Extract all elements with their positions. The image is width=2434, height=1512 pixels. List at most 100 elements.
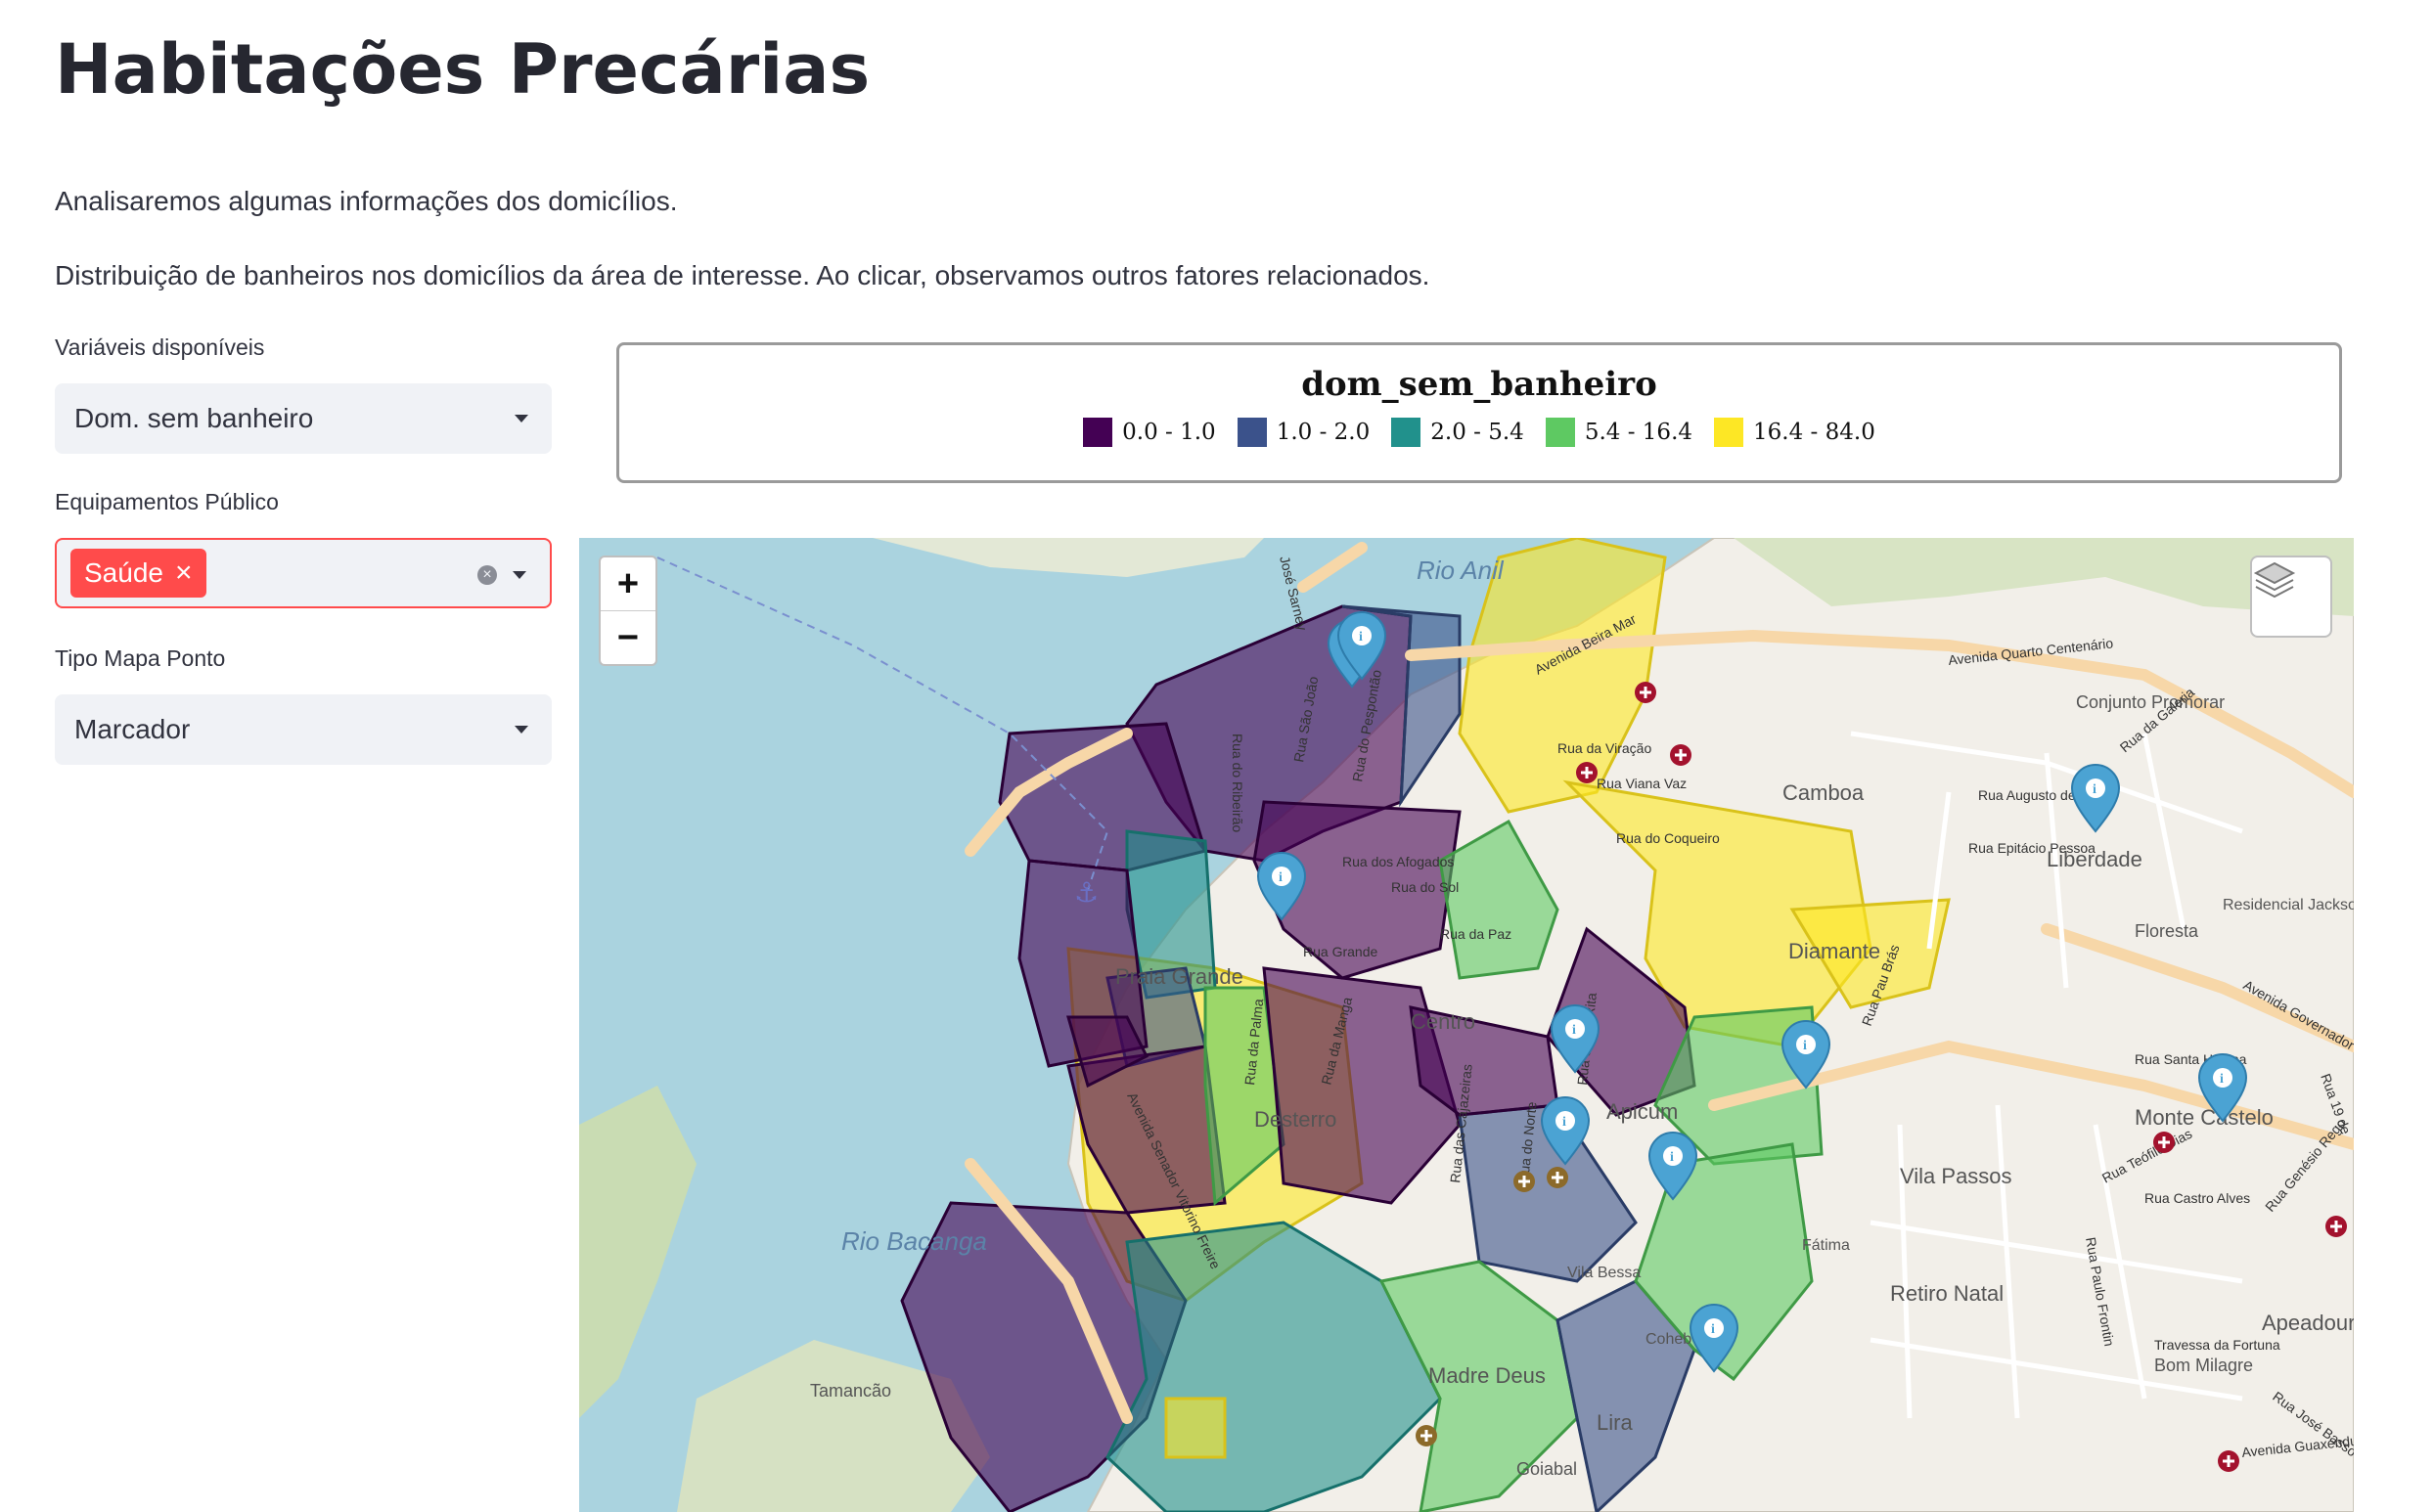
- legend-item-label: 0.0 - 1.0: [1122, 420, 1216, 445]
- health-cross-icon[interactable]: [1547, 1167, 1568, 1188]
- legend-items: 0.0 - 1.0 1.0 - 2.0 2.0 - 5.4 5.4 - 16.4…: [619, 418, 2339, 447]
- chevron-down-icon: [513, 571, 526, 579]
- place-label: Centro: [1411, 1009, 1475, 1034]
- legend-item: 1.0 - 2.0: [1237, 418, 1371, 447]
- health-cross-icon[interactable]: [1635, 682, 1656, 703]
- svg-text:i: i: [1670, 1150, 1674, 1165]
- legend-item-label: 1.0 - 2.0: [1276, 420, 1371, 445]
- legend-title: dom_sem_banheiro: [1301, 365, 1657, 404]
- place-label: Conjunto Promorar: [2076, 692, 2225, 712]
- legend-item: 5.4 - 16.4: [1545, 418, 1693, 447]
- svg-text:⚓: ⚓: [1074, 876, 1099, 909]
- health-cross-icon[interactable]: [2153, 1132, 2175, 1153]
- svg-text:i: i: [1279, 870, 1283, 885]
- intro-text: Analisaremos algumas informações dos dom…: [55, 186, 678, 216]
- svg-text:i: i: [1711, 1322, 1715, 1337]
- map-canvas[interactable]: Rio Anil Rio Bacanga Praia Grande Centro…: [579, 538, 2354, 1512]
- svg-text:i: i: [1572, 1023, 1576, 1038]
- variable-select-value: Dom. sem banheiro: [74, 403, 314, 433]
- clear-icon[interactable]: ×: [477, 565, 497, 585]
- description-text: Distribuição de banheiros nos domicílios…: [55, 260, 1430, 290]
- point-type-select-value: Marcador: [74, 714, 191, 744]
- street-label: Rua do Sol: [1391, 879, 1459, 895]
- equipment-multiselect-label: Equipamentos Público: [55, 489, 279, 514]
- place-label: Monte Castelo: [2135, 1105, 2274, 1130]
- layers-icon: [2253, 561, 2296, 599]
- place-label: Rio Anil: [1417, 556, 1505, 585]
- land-top-left: [873, 538, 1264, 577]
- street-label: Rua dos Afogados: [1342, 854, 1454, 869]
- street-label: Rua Castro Alves: [2144, 1190, 2250, 1206]
- chip-remove-icon[interactable]: ×: [175, 558, 193, 588]
- street-label: Rua da Paz: [1440, 926, 1511, 942]
- street-label: Rua Epitácio Pessoa: [1968, 840, 2096, 856]
- place-label: Praia Grande: [1115, 964, 1243, 989]
- health-cross-icon[interactable]: [2325, 1216, 2347, 1237]
- place-label: Vila Passos: [1900, 1164, 2012, 1188]
- zoom-control: + −: [599, 556, 657, 666]
- legend-swatch: [1714, 418, 1744, 447]
- place-label: Retiro Natal: [1890, 1281, 2004, 1306]
- svg-text:i: i: [2220, 1072, 2224, 1087]
- svg-text:i: i: [1359, 630, 1363, 645]
- point-type-select[interactable]: Marcador: [55, 694, 552, 765]
- legend-item: 16.4 - 84.0: [1714, 418, 1875, 447]
- place-label: Desterro: [1254, 1107, 1336, 1132]
- chevron-down-icon: [515, 726, 528, 734]
- street-label: Travessa da Fortuna: [2154, 1337, 2280, 1353]
- place-label: Rio Bacanga: [841, 1226, 987, 1256]
- street-label: Rua Viana Vaz: [1597, 776, 1687, 791]
- equipment-chip-label: Saúde: [84, 557, 163, 588]
- street-label: Rua da Viração: [1557, 740, 1651, 756]
- place-label: Lira: [1597, 1410, 1633, 1435]
- legend-item-label: 16.4 - 84.0: [1753, 420, 1875, 445]
- legend-swatch: [1391, 418, 1421, 447]
- place-label: Floresta: [2135, 921, 2199, 941]
- svg-text:i: i: [1562, 1115, 1566, 1130]
- page-title: Habitações Precárias: [55, 29, 871, 110]
- map-legend: dom_sem_banheiro 0.0 - 1.0 1.0 - 2.0 2.0…: [616, 342, 2342, 483]
- legend-swatch: [1083, 418, 1113, 447]
- chevron-down-icon: [515, 415, 528, 422]
- health-cross-icon[interactable]: [2218, 1450, 2239, 1472]
- equipment-multiselect[interactable]: Saúde × ×: [55, 538, 552, 608]
- equipment-chip[interactable]: Saúde ×: [70, 549, 206, 598]
- variable-select-label: Variáveis disponíveis: [55, 334, 265, 360]
- place-label: Diamante: [1788, 939, 1880, 963]
- health-cross-icon[interactable]: [1576, 762, 1598, 783]
- variable-select[interactable]: Dom. sem banheiro: [55, 383, 552, 454]
- tract-polygon[interactable]: [1164, 1397, 1227, 1459]
- street-label: Rua do Coqueiro: [1616, 830, 1720, 846]
- street-label: Rua Grande: [1303, 944, 1377, 959]
- map-tiles[interactable]: Rio Anil Rio Bacanga Praia Grande Centro…: [579, 538, 2354, 1512]
- place-label: Apeadouro: [2262, 1311, 2354, 1335]
- svg-text:i: i: [1803, 1039, 1807, 1053]
- legend-item-label: 2.0 - 5.4: [1430, 420, 1524, 445]
- land-bottom-left: [579, 1086, 697, 1418]
- place-label: Tamancão: [810, 1381, 891, 1401]
- street-label: Rua do Ribeirão: [1230, 734, 1245, 832]
- health-cross-icon[interactable]: [1670, 744, 1691, 766]
- svg-text:i: i: [2093, 782, 2096, 797]
- anchor-icon: ⚓: [1074, 876, 1099, 909]
- place-label: Fátima: [1802, 1237, 1850, 1254]
- legend-swatch: [1545, 418, 1575, 447]
- place-label: Coheb: [1645, 1331, 1691, 1348]
- place-label: Goiabal: [1516, 1459, 1577, 1479]
- zoom-out-button[interactable]: −: [601, 610, 655, 664]
- place-label: Camboa: [1782, 780, 1865, 805]
- street-label: José Sarney: [1277, 555, 1310, 632]
- health-cross-icon[interactable]: [1513, 1171, 1535, 1192]
- point-type-select-label: Tipo Mapa Ponto: [55, 645, 226, 671]
- place-label: Apicum: [1606, 1099, 1678, 1124]
- place-label: Residencial Jackson Lago: [2223, 897, 2354, 913]
- legend-swatch: [1237, 418, 1267, 447]
- place-label: Madre Deus: [1428, 1363, 1546, 1388]
- legend-item: 2.0 - 5.4: [1391, 418, 1524, 447]
- zoom-in-button[interactable]: +: [601, 557, 655, 610]
- legend-item-label: 5.4 - 16.4: [1584, 420, 1693, 445]
- legend-item: 0.0 - 1.0: [1083, 418, 1216, 447]
- health-cross-icon[interactable]: [1416, 1425, 1437, 1446]
- layers-button[interactable]: [2250, 556, 2332, 638]
- place-label: Bom Milagre: [2154, 1356, 2253, 1375]
